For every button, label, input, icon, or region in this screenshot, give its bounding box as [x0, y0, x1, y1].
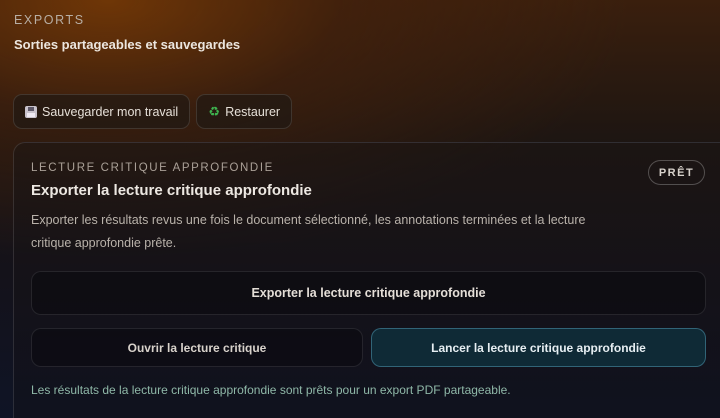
open-reading-button[interactable]: Ouvrir la lecture critique	[31, 328, 363, 367]
card-eyebrow: LECTURE CRITIQUE APPROFONDIE	[31, 162, 274, 174]
card-title: Exporter la lecture critique approfondie	[31, 182, 312, 199]
save-work-label: Sauvegarder mon travail	[42, 104, 179, 119]
restore-label: Restaurer	[225, 104, 281, 119]
restore-button[interactable]: ♻ Restaurer	[196, 94, 293, 129]
section-subtitle: Sorties partageables et sauvegardes	[14, 37, 241, 52]
export-card: LECTURE CRITIQUE APPROFONDIE Exporter la…	[13, 142, 720, 418]
recycle-icon: ♻	[208, 103, 221, 119]
status-badge: PRÊT	[648, 160, 705, 185]
status-note: Les résultats de la lecture critique app…	[31, 383, 511, 397]
save-work-button[interactable]: Sauvegarder mon travail	[13, 94, 191, 129]
section-header: EXPORTS Sorties partageables et sauvegar…	[14, 13, 240, 52]
launch-reading-button[interactable]: Lancer la lecture critique approfondie	[371, 328, 706, 367]
section-eyebrow: EXPORTS	[14, 13, 85, 27]
card-description: Exporter les résultats revus une fois le…	[31, 213, 586, 250]
export-button[interactable]: Exporter la lecture critique approfondie	[31, 271, 706, 315]
floppy-disk-icon	[25, 105, 37, 118]
quick-actions: Sauvegarder mon travail ♻ Restaurer	[13, 94, 293, 129]
